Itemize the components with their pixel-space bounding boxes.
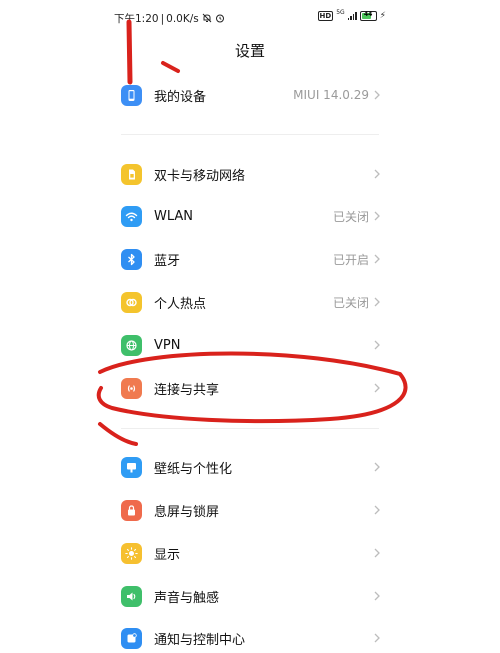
settings-item-lock-screen[interactable]: 息屏与锁屏 <box>121 495 381 525</box>
signal-icon <box>347 12 357 20</box>
settings-item-my-device[interactable]: 我的设备 MIUI 14.0.29 <box>121 80 381 110</box>
group-divider <box>121 428 379 429</box>
status-right: HD 5G 44 ⚡ <box>317 9 386 21</box>
alarm-icon <box>215 13 225 25</box>
settings-item-label: 我的设备 <box>154 89 207 105</box>
settings-item-value: MIUI 14.0.29 <box>293 88 369 102</box>
chevron-right-icon <box>374 169 380 179</box>
status-left: 下午1:20 | 0.0K/s <box>114 11 225 26</box>
settings-item-label: 壁纸与个性化 <box>154 461 233 477</box>
chevron-right-icon <box>374 383 380 393</box>
sun-icon <box>121 542 142 564</box>
chevron-right-icon <box>374 211 380 221</box>
status-bar: 下午1:20 | 0.0K/s HD 5G 44 ⚡ <box>114 9 386 27</box>
page-title: 设置 <box>234 42 265 60</box>
battery-icon: 44 <box>359 11 377 21</box>
charging-icon: ⚡ <box>379 11 386 21</box>
chevron-right-icon <box>374 90 380 100</box>
settings-item-vpn[interactable]: VPN <box>121 330 381 360</box>
globe-icon <box>121 334 142 356</box>
group-divider <box>121 134 379 135</box>
phone-icon <box>121 84 142 106</box>
chevron-right-icon <box>374 254 380 264</box>
settings-item-label: 双卡与移动网络 <box>154 168 246 184</box>
settings-item-sound[interactable]: 声音与触感 <box>121 581 381 611</box>
share-icon <box>121 377 142 399</box>
settings-item-wallpaper[interactable]: 壁纸与个性化 <box>121 452 381 482</box>
settings-item-hotspot[interactable]: 个人热点 已关闭 <box>121 287 381 317</box>
settings-item-display[interactable]: 显示 <box>121 538 381 568</box>
settings-item-label: 通知与控制中心 <box>154 632 246 648</box>
mute-icon <box>202 13 215 25</box>
chevron-right-icon <box>374 462 380 472</box>
settings-item-connection-sharing[interactable]: 连接与共享 <box>121 373 381 403</box>
settings-item-dual-sim[interactable]: 双卡与移动网络 <box>121 159 381 189</box>
network-type: 5G <box>336 9 345 16</box>
settings-item-value: 已关闭 <box>332 209 369 224</box>
settings-item-label: VPN <box>154 337 181 353</box>
speaker-icon <box>121 585 142 607</box>
sim-card-icon <box>121 163 142 185</box>
settings-item-label: 连接与共享 <box>154 382 220 398</box>
settings-item-label: 声音与触感 <box>154 590 220 606</box>
network-badge: HD <box>317 11 334 21</box>
settings-item-notifications[interactable]: 通知与控制中心 <box>121 623 381 653</box>
chevron-right-icon <box>374 591 380 601</box>
settings-item-label: 显示 <box>154 547 181 563</box>
battery-level: 44 <box>363 11 373 18</box>
settings-item-bluetooth[interactable]: 蓝牙 已开启 <box>121 244 381 274</box>
bluetooth-icon <box>121 248 142 270</box>
settings-item-wlan[interactable]: WLAN 已关闭 <box>121 201 381 231</box>
wifi-icon <box>121 205 142 227</box>
chevron-right-icon <box>374 633 380 643</box>
chevron-right-icon <box>374 297 380 307</box>
chevron-right-icon <box>374 505 380 515</box>
status-time: 下午1:20 <box>114 13 159 25</box>
chevron-right-icon <box>374 548 380 558</box>
settings-item-value: 已关闭 <box>332 295 369 310</box>
annotation-dash-stroke <box>161 61 180 73</box>
hotspot-icon <box>121 291 142 313</box>
lock-screen-icon <box>121 499 142 521</box>
settings-item-label: 蓝牙 <box>154 253 181 269</box>
settings-item-label: 息屏与锁屏 <box>154 504 220 520</box>
notification-icon <box>121 627 142 649</box>
settings-item-value: 已开启 <box>332 252 369 267</box>
wallpaper-icon <box>121 456 142 478</box>
settings-item-label: 个人热点 <box>154 296 207 312</box>
status-speed: 0.0K/s <box>166 13 199 25</box>
settings-item-label: WLAN <box>154 208 194 224</box>
status-separator: | <box>160 13 165 25</box>
annotation-tail-stroke <box>98 422 138 446</box>
chevron-right-icon <box>374 340 380 350</box>
